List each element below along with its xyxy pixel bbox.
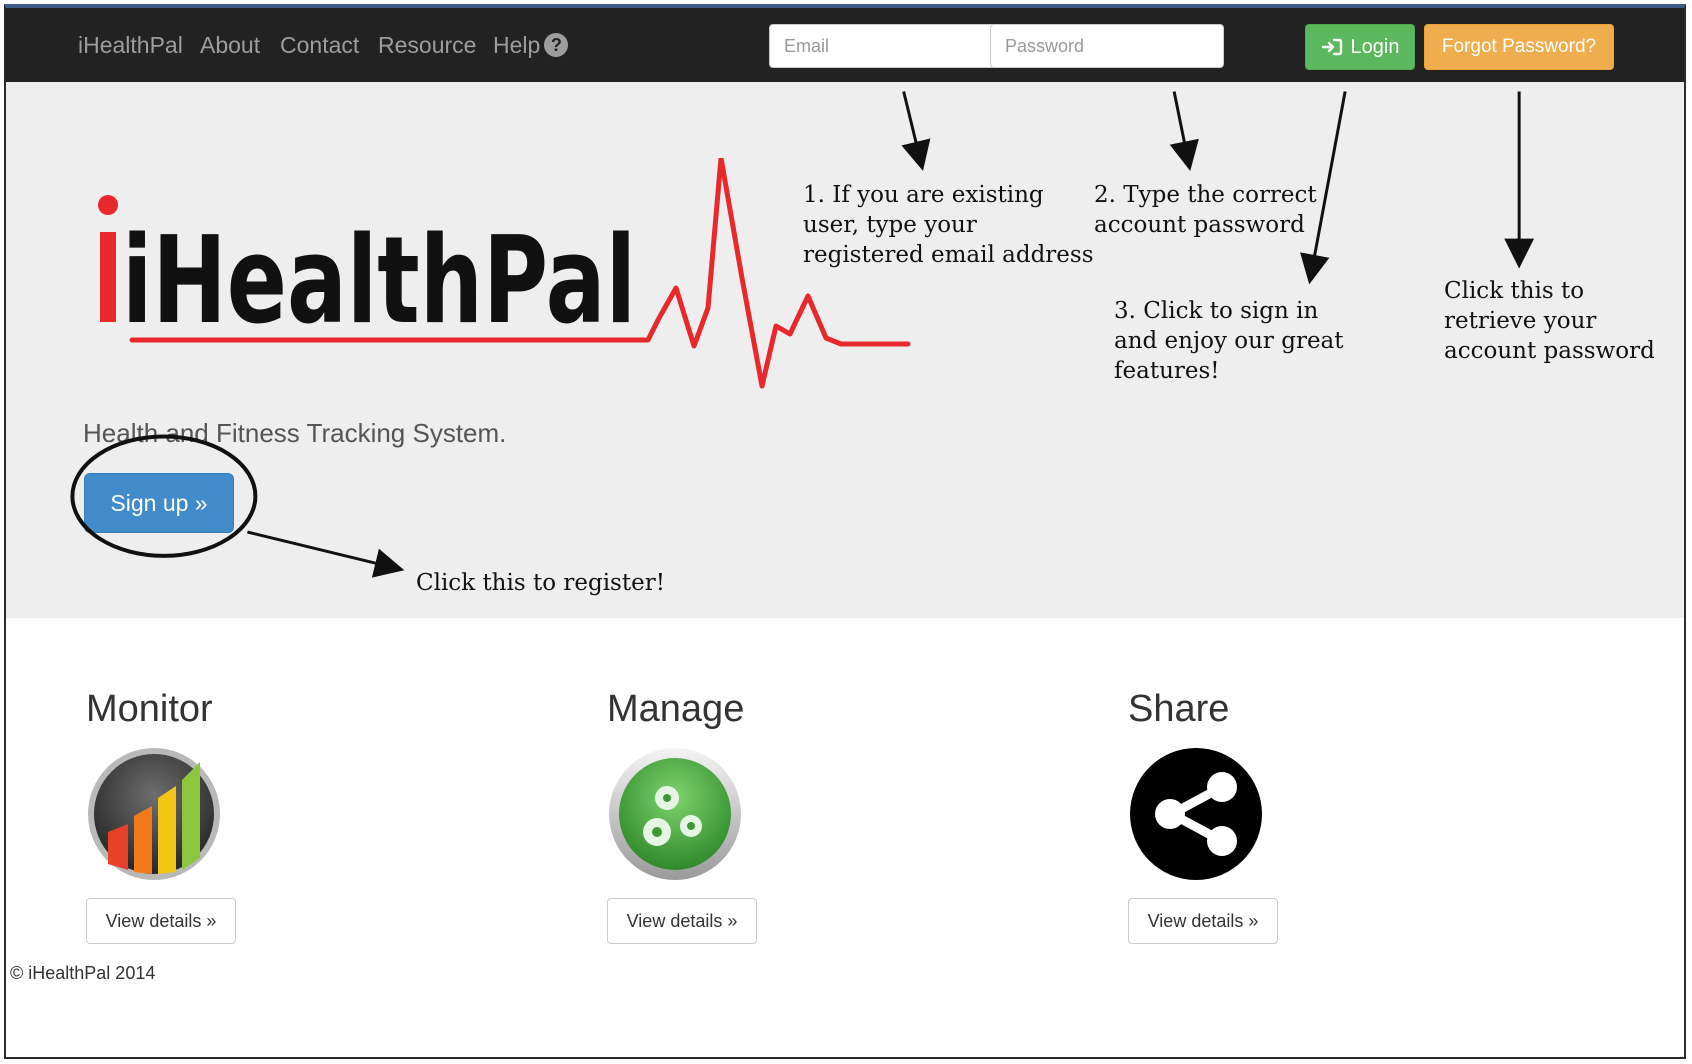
annotation-email: 1. If you are existing user, type your r… [803, 182, 1094, 268]
forgot-password-button[interactable]: Forgot Password? [1424, 24, 1614, 70]
email-input[interactable] [769, 24, 1003, 68]
login-label: Login [1350, 35, 1400, 58]
share-icon [1130, 748, 1262, 880]
login-button[interactable]: Login [1305, 24, 1415, 70]
gears-icon [609, 748, 741, 880]
bar-chart-icon [88, 748, 220, 880]
nav-link-help-label: Help [493, 32, 541, 58]
nav-link-about[interactable]: About [200, 32, 260, 59]
annotation-forgot: Click this to retrieve your account pass… [1444, 278, 1655, 364]
feature-title: Monitor [86, 688, 213, 730]
sign-in-icon [1321, 38, 1342, 56]
view-details-button[interactable]: View details » [1128, 898, 1278, 944]
view-details-button[interactable]: View details » [607, 898, 757, 944]
browser-frame: iHealthPal About Contact Resource Help? … [4, 4, 1686, 1059]
feature-manage: Manage View details » [607, 688, 757, 944]
footer-copyright: © iHealthPal 2014 [10, 963, 156, 983]
question-circle-icon: ? [544, 33, 569, 57]
nav-link-resource[interactable]: Resource [378, 32, 476, 59]
nav-brand[interactable]: iHealthPal [78, 32, 183, 59]
signup-button[interactable]: Sign up » [84, 473, 234, 533]
nav-link-contact[interactable]: Contact [280, 32, 359, 59]
nav-link-help[interactable]: Help? [493, 32, 569, 59]
logo-wordmark: iHealthPal [122, 212, 636, 351]
feature-title: Manage [607, 688, 745, 730]
view-details-button[interactable]: View details » [86, 898, 236, 944]
annotation-login: 3. Click to sign in and enjoy our great … [1114, 298, 1344, 384]
feature-title: Share [1128, 688, 1230, 730]
feature-share: Share View details » [1128, 688, 1278, 944]
password-input[interactable] [990, 24, 1224, 68]
logo-i-dot [98, 195, 118, 215]
annotation-password: 2. Type the correct account password [1094, 182, 1317, 238]
annotation-register: Click this to register! [416, 570, 665, 596]
hero-tagline: Health and Fitness Tracking System. [83, 418, 507, 448]
feature-monitor: Monitor View details » [86, 688, 236, 944]
navbar: iHealthPal About Contact Resource Help? … [6, 8, 1684, 82]
logo-i-stem [100, 232, 116, 322]
